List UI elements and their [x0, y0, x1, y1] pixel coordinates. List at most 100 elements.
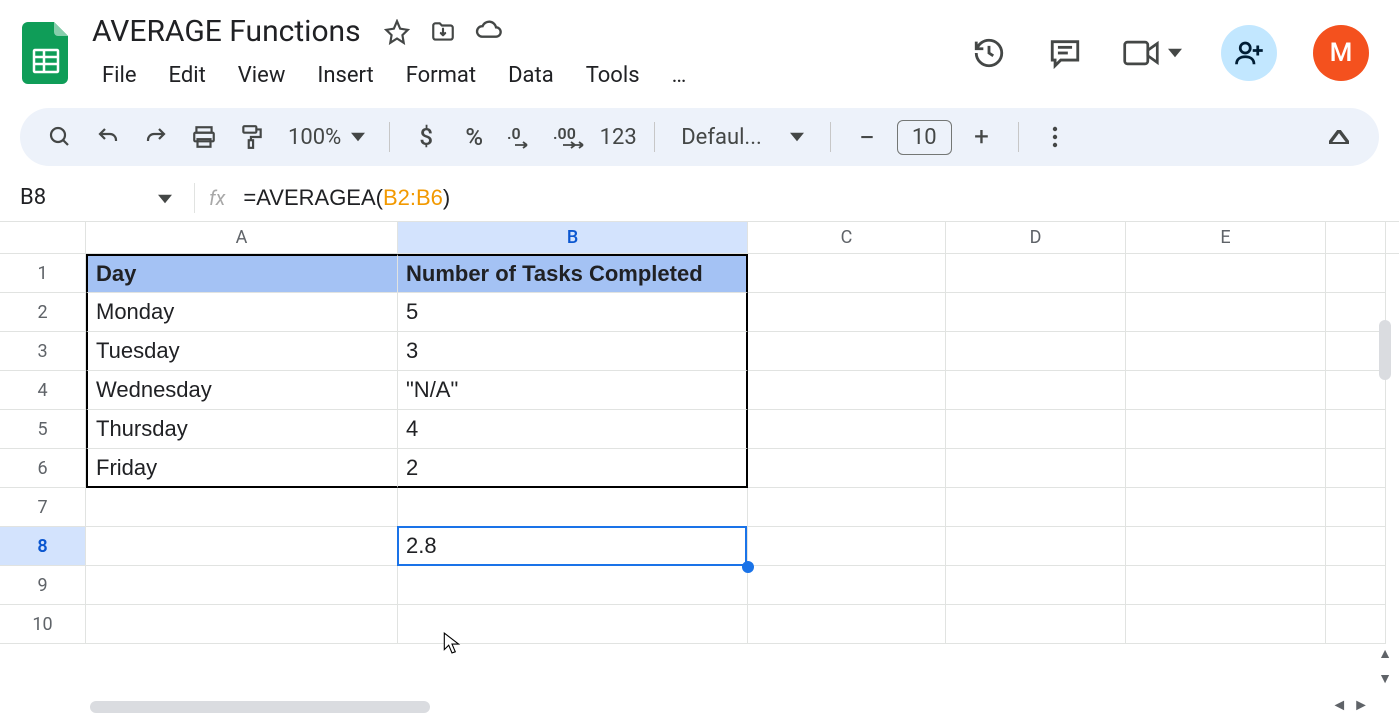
number-format-select[interactable]: 123	[598, 117, 638, 157]
row-header-2[interactable]: 2	[0, 293, 86, 332]
history-icon[interactable]	[969, 33, 1009, 73]
cell-a9[interactable]	[86, 566, 398, 605]
cell-b3[interactable]: 3	[398, 332, 748, 371]
meet-dropdown-icon[interactable]	[1165, 33, 1185, 73]
row-header-6[interactable]: 6	[0, 449, 86, 488]
cell-a3[interactable]: Tuesday	[86, 332, 398, 371]
decrease-font-icon[interactable]: −	[847, 117, 887, 157]
cell-c5[interactable]	[748, 410, 946, 449]
cell-c3[interactable]	[748, 332, 946, 371]
cell-d3[interactable]	[946, 332, 1126, 371]
cell-e4[interactable]	[1126, 371, 1326, 410]
cell-a4[interactable]: Wednesday	[86, 371, 398, 410]
row-header-7[interactable]: 7	[0, 488, 86, 527]
menu-edit[interactable]: Edit	[155, 57, 220, 94]
cell-b7[interactable]	[398, 488, 748, 527]
menu-tools[interactable]: Tools	[572, 57, 654, 94]
cell-a2[interactable]: Monday	[86, 293, 398, 332]
name-box[interactable]: B8	[20, 185, 180, 210]
spreadsheet-grid[interactable]: A B C D E 1 2 3 4 5 6 7 8 9 10 Day Numbe…	[0, 222, 1399, 644]
cell-b10[interactable]	[398, 605, 748, 644]
cell-c8[interactable]	[748, 527, 946, 566]
menu-view[interactable]: View	[224, 57, 300, 94]
scroll-left-icon[interactable]: ◄	[1331, 695, 1347, 715]
cell-e10[interactable]	[1126, 605, 1326, 644]
meet-icon[interactable]	[1121, 33, 1161, 73]
row-header-4[interactable]: 4	[0, 371, 86, 410]
avatar[interactable]: M	[1313, 25, 1369, 81]
star-icon[interactable]	[383, 18, 411, 46]
cell-e5[interactable]	[1126, 410, 1326, 449]
doc-title[interactable]: AVERAGE Functions	[88, 12, 365, 51]
increase-decimal-icon[interactable]: .00	[550, 117, 590, 157]
select-all-corner[interactable]	[0, 222, 86, 253]
scroll-right-icon[interactable]: ►	[1353, 695, 1369, 715]
fill-handle[interactable]	[742, 561, 754, 573]
cloud-icon[interactable]	[475, 18, 503, 46]
cell-b1[interactable]: Number of Tasks Completed	[398, 254, 748, 293]
cell-a1[interactable]: Day	[86, 254, 398, 293]
row-header-9[interactable]: 9	[0, 566, 86, 605]
menu-data[interactable]: Data	[494, 57, 568, 94]
percent-icon[interactable]: %	[454, 117, 494, 157]
cell-d6[interactable]	[946, 449, 1126, 488]
horizontal-scrollbar[interactable]	[90, 697, 1309, 717]
collapse-toolbar-icon[interactable]	[1319, 117, 1359, 157]
row-header-3[interactable]: 3	[0, 332, 86, 371]
cell-b2[interactable]: 5	[398, 293, 748, 332]
cell-a5[interactable]: Thursday	[86, 410, 398, 449]
cell-c6[interactable]	[748, 449, 946, 488]
menu-overflow[interactable]: …	[658, 57, 701, 94]
cell-c10[interactable]	[748, 605, 946, 644]
cell-c2[interactable]	[748, 293, 946, 332]
cell-e3[interactable]	[1126, 332, 1326, 371]
cell-c1[interactable]	[748, 254, 946, 293]
cell-e7[interactable]	[1126, 488, 1326, 527]
cell-d2[interactable]	[946, 293, 1126, 332]
cell-e6[interactable]	[1126, 449, 1326, 488]
vertical-scrollbar[interactable]: ▲ ▼	[1373, 270, 1397, 691]
font-family-select[interactable]: Defaul...	[671, 125, 814, 150]
col-header-c[interactable]: C	[748, 222, 946, 253]
col-header-a[interactable]: A	[86, 222, 398, 253]
cell-b4[interactable]: "N/A"	[398, 371, 748, 410]
cell-d10[interactable]	[946, 605, 1126, 644]
zoom-select[interactable]: 100%	[280, 125, 373, 150]
formula-input[interactable]: =AVERAGEA(B2:B6)	[243, 185, 450, 211]
row-header-1[interactable]: 1	[0, 254, 86, 293]
cell-e8[interactable]	[1126, 527, 1326, 566]
sheets-logo[interactable]	[20, 18, 72, 88]
cell-a6[interactable]: Friday	[86, 449, 398, 488]
cell-d5[interactable]	[946, 410, 1126, 449]
decrease-decimal-icon[interactable]: .0	[502, 117, 542, 157]
row-header-10[interactable]: 10	[0, 605, 86, 644]
search-menus-icon[interactable]	[40, 117, 80, 157]
col-header-e[interactable]: E	[1126, 222, 1326, 253]
cell-c9[interactable]	[748, 566, 946, 605]
cell-b5[interactable]: 4	[398, 410, 748, 449]
cell-d9[interactable]	[946, 566, 1126, 605]
col-header-d[interactable]: D	[946, 222, 1126, 253]
increase-font-icon[interactable]: +	[962, 117, 1002, 157]
scroll-down-icon[interactable]: ▼	[1374, 666, 1396, 691]
cell-b8[interactable]: 2.8	[398, 527, 748, 566]
print-icon[interactable]	[184, 117, 224, 157]
undo-icon[interactable]	[88, 117, 128, 157]
cell-e1[interactable]	[1126, 254, 1326, 293]
menu-file[interactable]: File	[88, 57, 151, 94]
col-header-b[interactable]: B	[398, 222, 748, 253]
cell-d8[interactable]	[946, 527, 1126, 566]
paint-format-icon[interactable]	[232, 117, 272, 157]
cell-d1[interactable]	[946, 254, 1126, 293]
cell-e9[interactable]	[1126, 566, 1326, 605]
cell-c7[interactable]	[748, 488, 946, 527]
scroll-up-icon[interactable]: ▲	[1374, 641, 1396, 666]
row-header-5[interactable]: 5	[0, 410, 86, 449]
cell-a10[interactable]	[86, 605, 398, 644]
share-button[interactable]	[1221, 25, 1277, 81]
font-size-input[interactable]: 10	[897, 120, 952, 155]
cell-a8[interactable]	[86, 527, 398, 566]
more-tools-icon[interactable]	[1035, 117, 1075, 157]
cell-e2[interactable]	[1126, 293, 1326, 332]
cell-c4[interactable]	[748, 371, 946, 410]
